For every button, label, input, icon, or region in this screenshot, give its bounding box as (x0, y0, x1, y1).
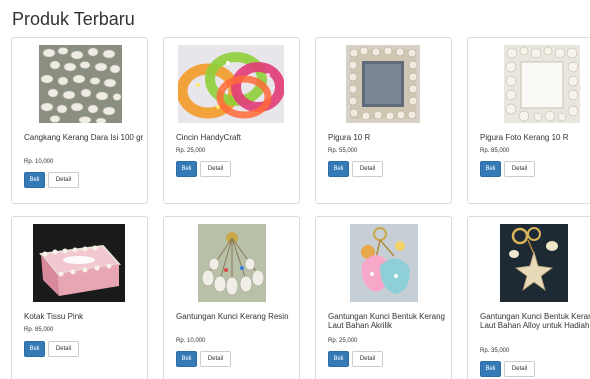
product-card: Kotak Tissu Pink Rp. 85,000 Beli Detail (11, 216, 148, 379)
buy-button[interactable]: Beli (480, 361, 501, 377)
product-image[interactable] (350, 224, 418, 302)
product-price: Rp. 85,000 (24, 327, 54, 333)
buy-button[interactable]: Beli (176, 161, 197, 177)
product-name[interactable]: Pigura Foto Kerang 10 R (480, 133, 590, 142)
product-actions: Beli Detail (328, 351, 383, 367)
product-card: Gantungan Kunci Bentuk Kerang Laut Bahan… (315, 216, 452, 379)
product-image[interactable] (178, 45, 284, 123)
product-card: Gantungan Kunci Kerang Resin Rp. 10,000 … (163, 216, 300, 379)
detail-button[interactable]: Detail (48, 341, 79, 357)
product-name[interactable]: Cangkang Kerang Dara Isi 100 gr (24, 133, 146, 142)
product-name[interactable]: Gantungan Kunci Kerang Resin (176, 312, 298, 321)
product-actions: Beli Detail (24, 172, 79, 188)
product-price: Rp. 10,000 (24, 159, 54, 165)
detail-button[interactable]: Detail (504, 361, 535, 377)
detail-button[interactable]: Detail (352, 161, 383, 177)
product-image[interactable] (500, 224, 568, 302)
detail-button[interactable]: Detail (48, 172, 79, 188)
product-actions: Beli Detail (480, 161, 535, 177)
product-grid: Cangkang Kerang Dara Isi 100 gr Rp. 10,0… (0, 0, 590, 379)
product-price: Rp. 10,000 (176, 338, 206, 344)
product-actions: Beli Detail (24, 341, 79, 357)
detail-button[interactable]: Detail (352, 351, 383, 367)
detail-button[interactable]: Detail (504, 161, 535, 177)
detail-button[interactable]: Detail (200, 161, 231, 177)
product-name[interactable]: Gantungan Kunci Bentuk Kerang Laut Bahan… (328, 312, 450, 330)
product-image[interactable] (198, 224, 266, 302)
product-actions: Beli Detail (176, 161, 231, 177)
product-name[interactable]: Kotak Tissu Pink (24, 312, 146, 321)
product-price: Rp. 35,000 (480, 348, 510, 354)
product-card: Cangkang Kerang Dara Isi 100 gr Rp. 10,0… (11, 37, 148, 204)
product-actions: Beli Detail (328, 161, 383, 177)
product-actions: Beli Detail (480, 361, 535, 377)
buy-button[interactable]: Beli (480, 161, 501, 177)
product-card: Gantungan Kunci Bentuk Kerang Laut Bahan… (467, 216, 590, 379)
buy-button[interactable]: Beli (176, 351, 197, 367)
product-price: Rp. 55,000 (328, 148, 358, 154)
buy-button[interactable]: Beli (328, 161, 349, 177)
product-price: Rp. 25,000 (176, 148, 206, 154)
product-image[interactable] (346, 45, 420, 123)
product-name[interactable]: Gantungan Kunci Bentuk Kerang Laut Bahan… (480, 312, 590, 330)
product-price: Rp. 85,000 (480, 148, 510, 154)
buy-button[interactable]: Beli (24, 341, 45, 357)
product-image[interactable] (39, 45, 122, 123)
buy-button[interactable]: Beli (24, 172, 45, 188)
product-name[interactable]: Cincin HandyCraft (176, 133, 298, 142)
product-actions: Beli Detail (176, 351, 231, 367)
product-price: Rp. 25,000 (328, 338, 358, 344)
buy-button[interactable]: Beli (328, 351, 349, 367)
product-image[interactable] (33, 224, 125, 302)
product-card: Pigura Foto Kerang 10 R Rp. 85,000 Beli … (467, 37, 590, 204)
product-card: Pigura 10 R Rp. 55,000 Beli Detail (315, 37, 452, 204)
product-name[interactable]: Pigura 10 R (328, 133, 450, 142)
detail-button[interactable]: Detail (200, 351, 231, 367)
product-card: Cincin HandyCraft Rp. 25,000 Beli Detail (163, 37, 300, 204)
product-image[interactable] (504, 45, 580, 123)
